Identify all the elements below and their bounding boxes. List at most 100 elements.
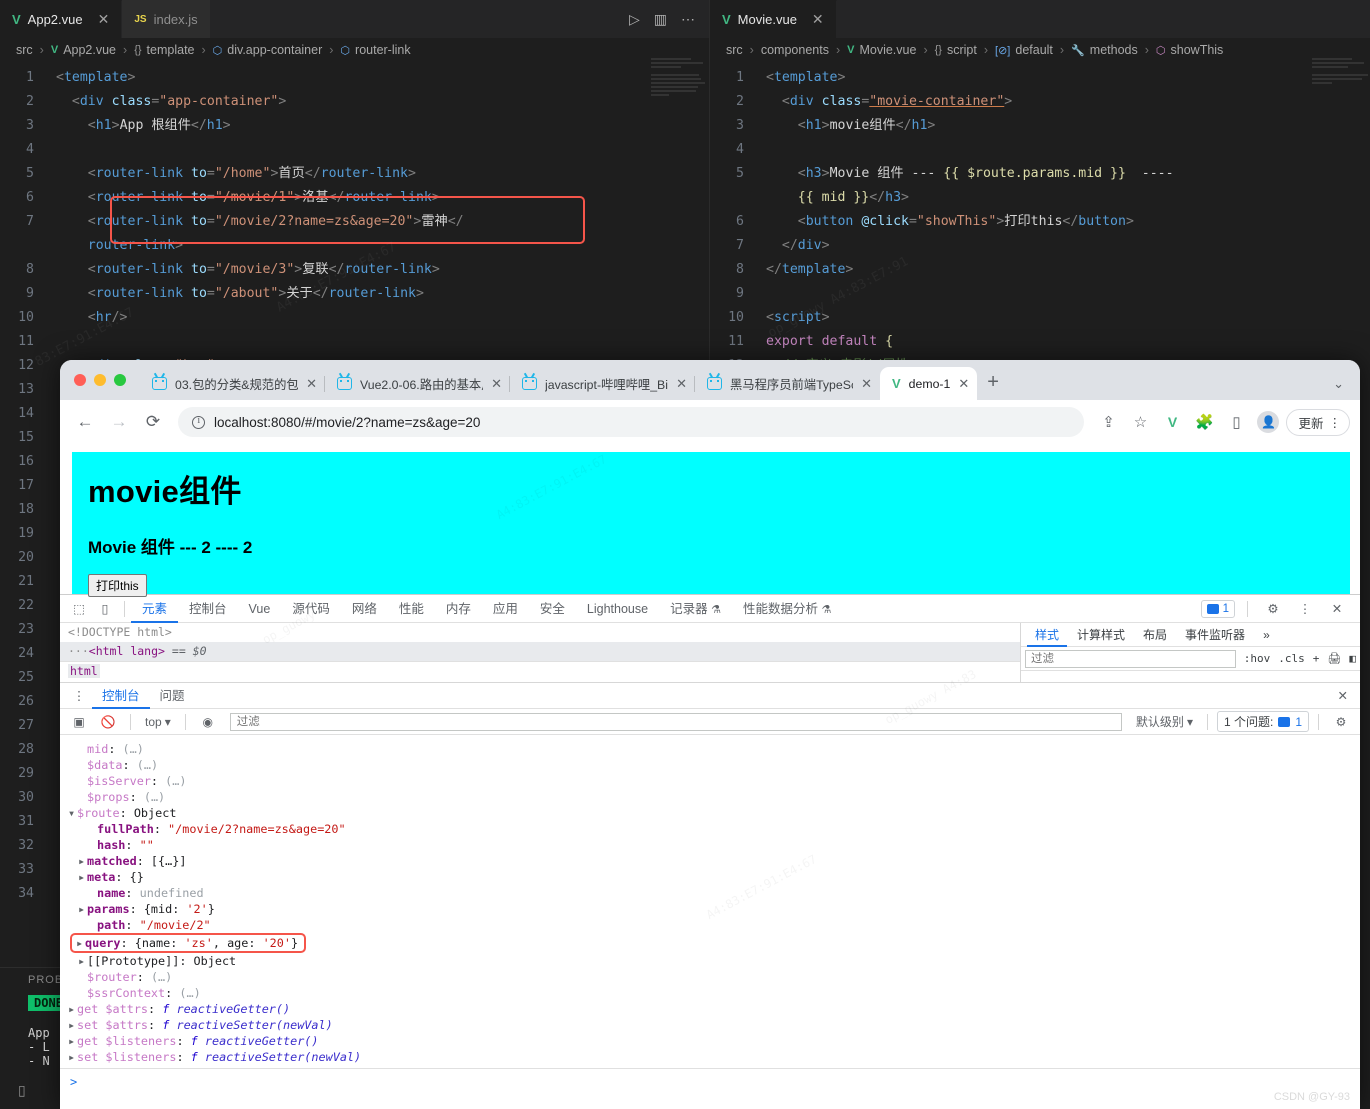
browser-tab-active[interactable]: V demo-1 ✕ bbox=[880, 367, 978, 400]
console-row[interactable]: hash: "" bbox=[60, 837, 1360, 853]
devtools-tab-recorder[interactable]: 记录器 ⚗ bbox=[659, 595, 732, 623]
close-icon[interactable]: ✕ bbox=[491, 376, 502, 392]
console-row-highlighted[interactable]: query: {name: 'zs', age: '20'} bbox=[70, 933, 307, 953]
console-row[interactable]: name: undefined bbox=[60, 885, 1360, 901]
gear-icon[interactable]: ⚙ bbox=[1260, 597, 1286, 621]
browser-tab[interactable]: javascript-哔哩哔哩_Bilibili ✕ bbox=[510, 367, 695, 400]
console-output[interactable]: mid: (…) $data: (…) $isServer: (…) $props: … bbox=[60, 735, 1360, 1068]
clear-console-icon[interactable]: 🚫 bbox=[95, 710, 121, 734]
styles-filter-input[interactable] bbox=[1025, 649, 1236, 668]
styles-tab-styles[interactable]: 样式 bbox=[1027, 623, 1067, 647]
breadcrumb-item[interactable]: Movie.vue bbox=[859, 43, 916, 57]
device-toolbar-icon[interactable]: ▯ bbox=[92, 597, 118, 621]
split-editor-icon[interactable]: ▥ bbox=[654, 11, 667, 28]
collapse-arrow-icon[interactable] bbox=[68, 1065, 77, 1068]
breadcrumb-item-html[interactable]: html bbox=[68, 664, 100, 678]
close-icon[interactable]: ✕ bbox=[958, 376, 969, 392]
styles-overflow-icon[interactable]: » bbox=[1255, 623, 1278, 647]
code-editor-right[interactable]: 1 <template> 2 <div class="movie-container… bbox=[710, 62, 1370, 378]
address-bar[interactable]: localhost:8080/#/movie/2?name=zs&age=20 bbox=[178, 407, 1085, 437]
toggle-sidebar-icon[interactable]: ◧ bbox=[1345, 652, 1360, 665]
console-row[interactable]: matched: [{…}] bbox=[60, 853, 1360, 869]
devtools-tab-performance[interactable]: 性能 bbox=[388, 595, 435, 623]
browser-tab[interactable]: 03.包的分类&规范的包结构_ ✕ bbox=[140, 367, 325, 400]
execution-context-selector[interactable]: top ▾ bbox=[140, 715, 176, 729]
back-icon[interactable]: ← bbox=[70, 407, 100, 437]
new-tab-button[interactable]: + bbox=[977, 371, 1009, 400]
bookmark-star-icon[interactable]: ☆ bbox=[1126, 408, 1154, 436]
close-icon[interactable]: ✕ bbox=[861, 376, 872, 392]
breadcrumb-item[interactable]: div.app-container bbox=[227, 43, 322, 57]
collapse-arrow-icon[interactable] bbox=[78, 869, 87, 885]
breadcrumb-item[interactable]: App2.vue bbox=[63, 43, 116, 57]
breadcrumb-item[interactable]: script bbox=[947, 43, 977, 57]
run-icon[interactable]: ▷ bbox=[629, 11, 640, 28]
console-prompt-row[interactable]: > bbox=[60, 1068, 1360, 1094]
minimize-window-button[interactable] bbox=[94, 374, 106, 386]
console-row[interactable]: $isServer: (…) bbox=[60, 773, 1360, 789]
console-row[interactable]: $ssrContext: (…) bbox=[60, 985, 1360, 1001]
devtools-tab-memory[interactable]: 内存 bbox=[435, 595, 482, 623]
console-row[interactable]: fullPath: "/movie/2?name=zs&age=20" bbox=[60, 821, 1360, 837]
console-row[interactable]: get $attrs: f reactiveGetter() bbox=[60, 1001, 1360, 1017]
console-row[interactable]: set $attrs: f reactiveSetter(newVal) bbox=[60, 1017, 1360, 1033]
editor-tab-index-js[interactable]: JS index.js bbox=[122, 0, 211, 38]
console-row[interactable]: path: "/movie/2" bbox=[60, 917, 1360, 933]
console-row[interactable]: [[Prototype]]: Vue bbox=[60, 1065, 1360, 1068]
expand-dots[interactable]: ··· bbox=[68, 644, 89, 658]
forward-icon[interactable]: → bbox=[104, 407, 134, 437]
breadcrumb-item[interactable]: router-link bbox=[355, 43, 411, 57]
styles-tab-event-listeners[interactable]: 事件监听器 bbox=[1177, 623, 1253, 647]
console-row[interactable]: set $listeners: f reactiveSetter(newVal) bbox=[60, 1049, 1360, 1065]
console-row[interactable]: meta: {} bbox=[60, 869, 1360, 885]
maximize-window-button[interactable] bbox=[114, 374, 126, 386]
chevron-down-icon[interactable]: ⌄ bbox=[1333, 376, 1344, 392]
breadcrumb-item[interactable]: methods bbox=[1090, 43, 1138, 57]
editor-tab-app2-vue[interactable]: V App2.vue ✕ bbox=[0, 0, 123, 38]
devtools-tab-performance-insights[interactable]: 性能数据分析 ⚗ bbox=[732, 595, 842, 623]
breadcrumb-item[interactable]: src bbox=[16, 43, 33, 57]
breadcrumb-item[interactable]: template bbox=[147, 43, 195, 57]
print-icon[interactable]: 🖨 bbox=[1323, 652, 1345, 665]
styles-tab-computed[interactable]: 计算样式 bbox=[1069, 623, 1133, 647]
vertical-dots-icon[interactable]: ⋮ bbox=[66, 684, 92, 708]
devtools-tab-network[interactable]: 网络 bbox=[341, 595, 388, 623]
dom-html-row[interactable]: ···<html lang> == $0 bbox=[60, 642, 1020, 661]
devtools-tab-console[interactable]: 控制台 bbox=[178, 595, 238, 623]
devtools-tab-security[interactable]: 安全 bbox=[529, 595, 576, 623]
devtools-tab-elements[interactable]: 元素 bbox=[131, 595, 178, 623]
hov-toggle[interactable]: :hov bbox=[1240, 652, 1275, 665]
collapse-arrow-icon[interactable] bbox=[68, 1001, 77, 1017]
close-icon[interactable]: ✕ bbox=[98, 11, 110, 28]
close-icon[interactable]: ✕ bbox=[306, 376, 317, 392]
minimap-left[interactable] bbox=[647, 56, 709, 346]
console-row[interactable]: $props: (…) bbox=[60, 789, 1360, 805]
browser-tab[interactable]: Vue2.0-06.路由的基本用法 ✕ bbox=[325, 367, 510, 400]
devtools-tab-vue[interactable]: Vue bbox=[238, 595, 282, 623]
more-icon[interactable]: ⋯ bbox=[681, 11, 695, 28]
console-row[interactable]: get $listeners: f reactiveGetter() bbox=[60, 1033, 1360, 1049]
close-icon[interactable]: ✕ bbox=[1324, 597, 1350, 621]
console-row[interactable]: params: {mid: '2'} bbox=[60, 901, 1360, 917]
gear-icon[interactable]: ⚙ bbox=[1328, 710, 1354, 734]
extensions-puzzle-icon[interactable]: 🧩 bbox=[1190, 408, 1218, 436]
devtools-tab-sources[interactable]: 源代码 bbox=[281, 595, 341, 623]
inspect-element-icon[interactable]: ⬚ bbox=[66, 597, 92, 621]
three-dots-icon[interactable]: ⋮ bbox=[1329, 415, 1342, 430]
new-style-rule-button[interactable]: + bbox=[1309, 652, 1324, 665]
editor-tab-movie-vue[interactable]: V Movie.vue ✕ bbox=[710, 0, 837, 38]
profile-avatar-icon[interactable]: 👤 bbox=[1254, 408, 1282, 436]
three-dots-icon[interactable]: ⋮ bbox=[1292, 597, 1318, 621]
devtools-tab-lighthouse[interactable]: Lighthouse bbox=[576, 595, 659, 623]
console-row[interactable]: $data: (…) bbox=[60, 757, 1360, 773]
console-row[interactable]: mid: (…) bbox=[60, 741, 1360, 757]
side-panel-icon[interactable]: ▯ bbox=[1222, 408, 1250, 436]
console-row[interactable]: [[Prototype]]: Object bbox=[60, 953, 1360, 969]
share-icon[interactable]: ⇪ bbox=[1094, 408, 1122, 436]
collapse-arrow-icon[interactable] bbox=[78, 953, 87, 969]
elements-tree[interactable]: <!DOCTYPE html> ···<html lang> == $0 htm… bbox=[60, 623, 1020, 682]
close-window-button[interactable] bbox=[74, 374, 86, 386]
drawer-tab-console[interactable]: 控制台 bbox=[92, 683, 150, 709]
breadcrumb-item[interactable]: components bbox=[761, 43, 829, 57]
close-icon[interactable]: ✕ bbox=[1326, 688, 1360, 703]
